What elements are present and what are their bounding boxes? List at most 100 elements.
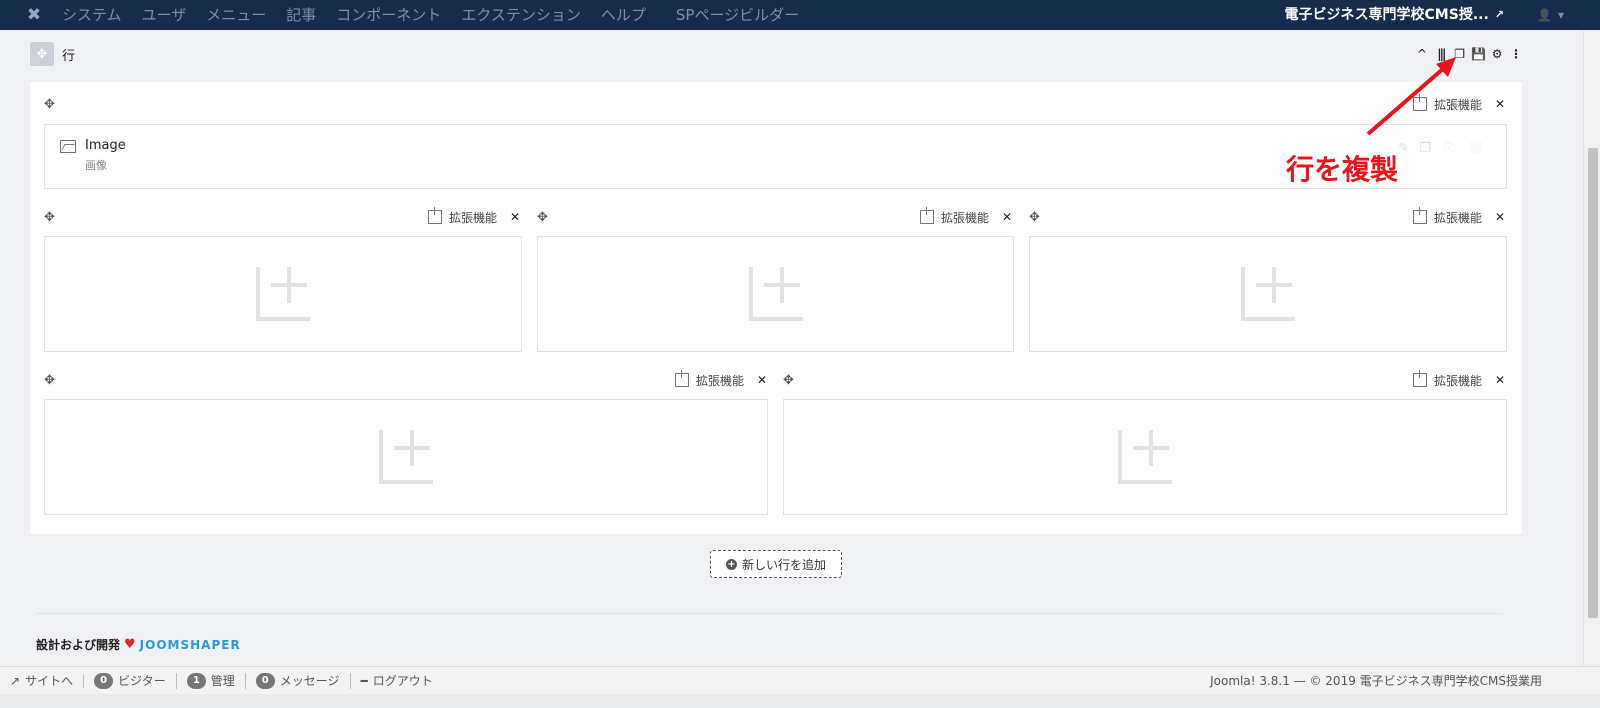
more-options-icon[interactable]: ⋮ (1509, 45, 1523, 63)
add-addon-button[interactable]: 拡張機能 ✕ (1413, 94, 1505, 113)
scrollbar-thumb[interactable] (1588, 148, 1598, 618)
add-addon-button[interactable]: 拡張機能 ✕ (428, 207, 520, 226)
joomla-logo-icon[interactable]: ✖ (18, 0, 50, 30)
top-navbar: ✖ システム ユーザ メニュー 記事 コンポーネント エクステンション ヘルプ … (0, 0, 1600, 30)
external-link-icon: ↗ (10, 673, 21, 688)
column-settings-icon[interactable]: ✕ (1495, 373, 1505, 387)
add-addon-icon (1413, 207, 1427, 224)
annotation-label: 行を複製 (1286, 153, 1399, 186)
column-move-icon[interactable]: ✥ (783, 374, 794, 388)
column-move-icon[interactable]: ✥ (537, 211, 548, 225)
logout-link[interactable]: ━ ログアウト (351, 674, 443, 688)
vertical-scrollbar[interactable] (1583, 30, 1600, 666)
collapse-icon[interactable]: ^ (1415, 45, 1429, 63)
add-addon-icon (1413, 94, 1427, 111)
minus-icon: ━ (360, 673, 368, 688)
add-addon-placeholder-icon[interactable] (1241, 267, 1295, 321)
add-addon-icon (428, 207, 442, 224)
visitors-link[interactable]: 0 ビジター (84, 672, 177, 689)
add-addon-button[interactable]: 拡張機能 ✕ (1413, 370, 1505, 389)
column-move-icon[interactable]: ✥ (44, 374, 55, 388)
addon-toolbar: ✎ ❐ 👁 🗑 (1398, 141, 1484, 156)
add-addon-label: 拡張機能 (696, 373, 745, 388)
user-menu[interactable]: 👤 ▾ (1537, 0, 1564, 30)
add-addon-placeholder-icon[interactable] (256, 267, 310, 321)
external-link-icon: ↗ (1494, 8, 1504, 21)
columns-icon[interactable]: ||| (1434, 45, 1448, 63)
row-title: 行 (62, 48, 76, 64)
admins-label: 管理 (210, 673, 235, 688)
row-header: ✥ 行 (30, 42, 75, 66)
admins-link[interactable]: 1 管理 (177, 672, 246, 689)
messages-count-badge: 0 (255, 672, 275, 689)
nav-content[interactable]: 記事 (286, 0, 316, 30)
visitors-count-badge: 0 (94, 672, 114, 689)
add-addon-placeholder-icon[interactable] (748, 267, 803, 321)
credit-text: 設計および開発 (36, 638, 121, 652)
plus-circle-icon: + (725, 558, 737, 570)
nav-users[interactable]: ユーザ (142, 0, 187, 30)
add-addon-icon (920, 207, 934, 224)
joomshaper-link[interactable]: JOOMSHAPER (140, 638, 241, 652)
edit-icon[interactable]: ✎ (1398, 141, 1409, 156)
add-addon-icon (675, 370, 689, 387)
duplicate-icon[interactable]: ❐ (1419, 141, 1431, 156)
add-addon-label: 拡張機能 (941, 210, 990, 225)
add-addon-placeholder-icon[interactable] (1118, 430, 1172, 484)
row-toolbar: ^ ||| ❐ 💾 ⚙ ⋮ (1415, 45, 1523, 63)
user-icon: 👤 (1537, 8, 1552, 22)
column-move-icon[interactable]: ✥ (44, 211, 55, 225)
empty-column[interactable] (1029, 236, 1507, 352)
site-title-text: 電子ビジネス専門学校CMS授... (1284, 7, 1489, 23)
nav-menus[interactable]: メニュー (206, 0, 266, 30)
row-drag-handle-icon[interactable]: ✥ (30, 42, 54, 66)
nav-system[interactable]: システム (62, 0, 122, 30)
add-addon-label: 拡張機能 (1434, 210, 1483, 225)
add-addon-label: 拡張機能 (1434, 97, 1483, 112)
footer-credit: 設計および開発 ♥ JOOMSHAPER (36, 636, 241, 653)
delete-icon[interactable]: 🗑 (1467, 141, 1484, 156)
nav-extensions[interactable]: エクステンション (461, 0, 581, 30)
footer-divider (36, 613, 1502, 614)
empty-column[interactable] (537, 236, 1014, 352)
add-addon-icon (1413, 370, 1427, 387)
add-new-row-button[interactable]: + 新しい行を追加 (710, 550, 842, 578)
addon-name: Image (85, 138, 126, 153)
heart-icon: ♥ (124, 637, 136, 652)
settings-gear-icon[interactable]: ⚙ (1490, 45, 1504, 63)
column-settings-icon[interactable]: ✕ (510, 210, 520, 224)
column-move-icon[interactable]: ✥ (1029, 211, 1040, 225)
bottom-strip (0, 694, 1600, 708)
view-site-link[interactable]: ↗ サイトへ (0, 673, 85, 688)
logout-label: ログアウト (372, 673, 433, 688)
site-title-link[interactable]: 電子ビジネス専門学校CMS授... ↗ (1285, 0, 1504, 30)
visitors-label: ビジター (118, 673, 166, 688)
visibility-icon[interactable]: 👁 (1441, 141, 1458, 156)
save-icon[interactable]: 💾 (1471, 45, 1486, 63)
nav-sp-page-builder[interactable]: SPページビルダー (676, 0, 799, 30)
footer-version-copyright: Joomla! 3.8.1 — © 2019 電子ビジネス専門学校CMS授業用 (1210, 674, 1542, 688)
messages-link[interactable]: 0 メッセージ (246, 672, 351, 689)
column-settings-icon[interactable]: ✕ (1002, 210, 1012, 224)
duplicate-row-icon[interactable]: ❐ (1453, 45, 1467, 63)
add-addon-label: 拡張機能 (449, 210, 498, 225)
addon-subtitle: 画像 (85, 159, 107, 172)
empty-column[interactable] (44, 399, 768, 515)
status-bar: ↗ サイトへ 0 ビジター 1 管理 0 メッセージ ━ ログアウト Jooml… (0, 666, 1600, 694)
view-site-label: サイトへ (25, 673, 74, 688)
column-move-icon[interactable]: ✥ (44, 98, 55, 112)
add-addon-button[interactable]: 拡張機能 ✕ (675, 370, 767, 389)
add-addon-button[interactable]: 拡張機能 ✕ (1413, 207, 1505, 226)
admins-count-badge: 1 (186, 672, 206, 689)
empty-column[interactable] (783, 399, 1507, 515)
nav-components[interactable]: コンポーネント (336, 0, 441, 30)
nav-help[interactable]: ヘルプ (601, 0, 646, 30)
empty-column[interactable] (44, 236, 522, 352)
add-addon-label: 拡張機能 (1434, 373, 1483, 388)
add-addon-button[interactable]: 拡張機能 ✕ (920, 207, 1012, 226)
column-settings-icon[interactable]: ✕ (1495, 210, 1505, 224)
add-new-row-label: 新しい行を追加 (741, 557, 826, 572)
add-addon-placeholder-icon[interactable] (379, 430, 433, 484)
column-settings-icon[interactable]: ✕ (757, 373, 767, 387)
column-settings-icon[interactable]: ✕ (1495, 97, 1505, 111)
